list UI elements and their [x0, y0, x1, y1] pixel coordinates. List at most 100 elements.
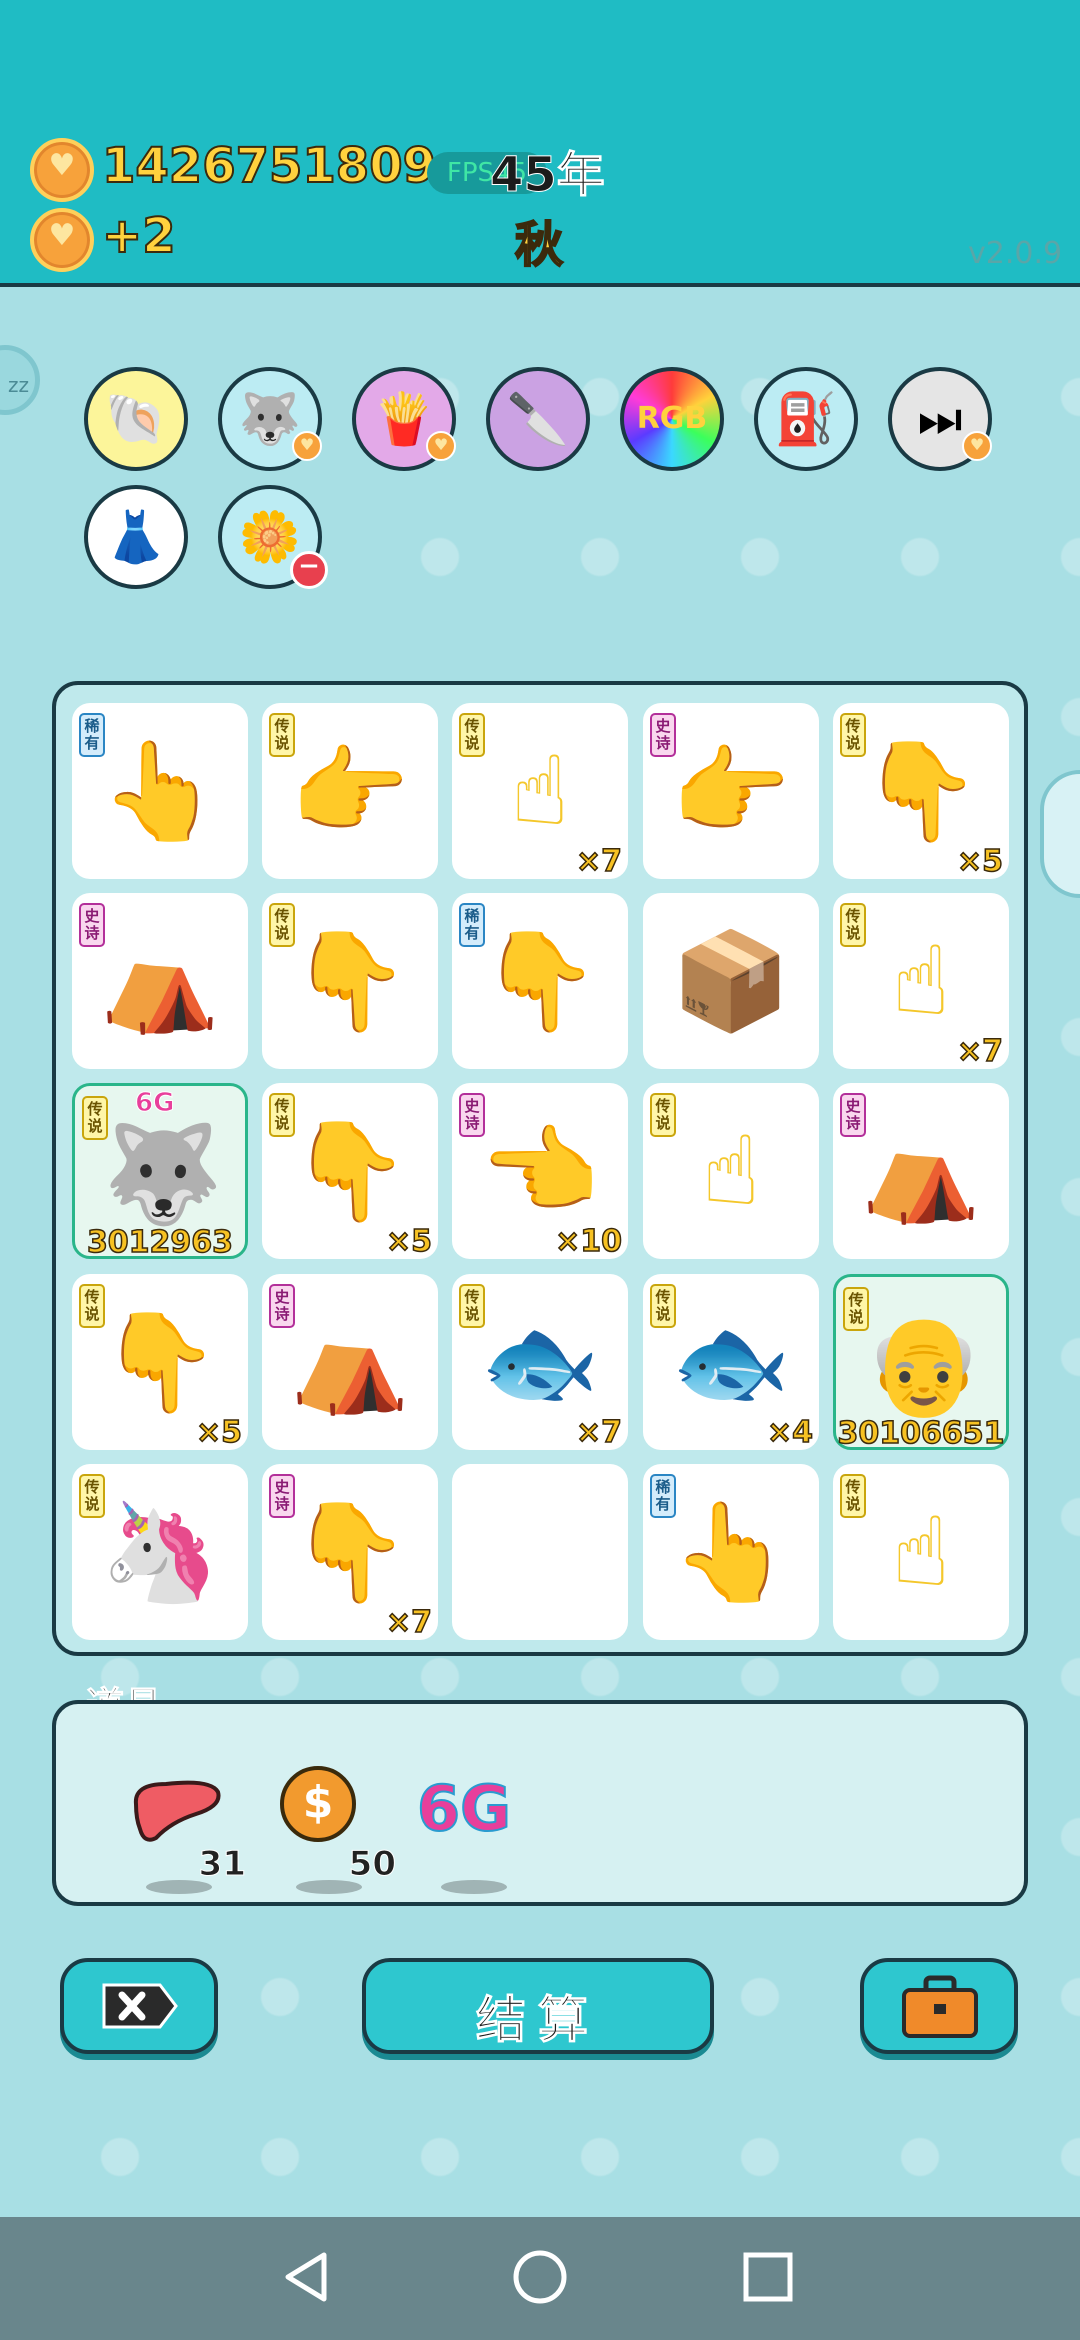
rarity-tag: 稀有 — [650, 1474, 676, 1518]
rarity-tag: 稀有 — [459, 903, 485, 947]
heart-badge-icon: ♥ — [962, 431, 992, 461]
stack-count: ×7 — [956, 1033, 1004, 1070]
rarity-tag: 传说 — [650, 1284, 676, 1328]
rarity-tag: 传说 — [269, 713, 295, 757]
cell-score: 30106651 — [837, 1415, 1006, 1452]
pump-icon[interactable]: ⛽ — [754, 367, 858, 471]
item-6g[interactable]: 6G — [411, 1754, 531, 1894]
rarity-tag: 史诗 — [269, 1474, 295, 1518]
6g-icon: 6G — [416, 1771, 512, 1846]
recents-icon[interactable] — [738, 2247, 798, 2307]
item-icon: 📦 — [671, 925, 791, 1037]
board-cell[interactable]: 👇 史诗 ×7 — [262, 1464, 438, 1641]
items-panel: 31 $ 50 6G — [52, 1700, 1028, 1906]
coin-income: +2 — [101, 207, 177, 265]
rarity-tag: 传说 — [459, 713, 485, 757]
board-cell[interactable]: 👴 传说 30106651 — [833, 1274, 1009, 1452]
fries-icon[interactable]: 🍟 ♥ — [352, 367, 456, 471]
board-cell[interactable]: 👆 稀有 — [72, 703, 248, 879]
rarity-tag: 传说 — [843, 1287, 869, 1331]
husky-icon[interactable]: 🐺 ♥ — [218, 367, 322, 471]
board-cell[interactable]: 🐟 传说 ×4 — [643, 1274, 819, 1451]
rarity-tag: 传说 — [269, 903, 295, 947]
6g-tag: 6G — [134, 1088, 175, 1119]
board-cell[interactable]: ☝ 传说 — [833, 1464, 1009, 1640]
skip-icon[interactable]: ⏭ ♥ — [888, 367, 992, 471]
item-shadow — [441, 1880, 507, 1894]
back-icon[interactable] — [278, 2247, 338, 2307]
board-cell[interactable]: ⛺ 史诗 — [72, 893, 248, 1069]
rarity-tag: 传说 — [82, 1096, 108, 1140]
rarity-tag: 史诗 — [650, 713, 676, 757]
rarity-tag: 史诗 — [79, 903, 105, 947]
stack-count: ×7 — [575, 1414, 623, 1451]
board-cell[interactable]: 👇 传说 ×5 — [262, 1083, 438, 1260]
coin-icon-income — [30, 208, 94, 272]
home-icon[interactable] — [510, 2247, 570, 2307]
close-icon — [102, 1983, 178, 2029]
rarity-tag: 传说 — [269, 1093, 295, 1137]
board-cell[interactable]: 👆 稀有 — [643, 1464, 819, 1640]
top-bar: 1426751809 +2 FPS45 45年 秋 v2.0.9 — [0, 0, 1080, 287]
stack-count: ×10 — [554, 1223, 622, 1260]
board-cell[interactable]: 👉 史诗 — [643, 703, 819, 879]
board-cell[interactable] — [452, 1464, 628, 1640]
item-liver[interactable]: 31 — [116, 1754, 247, 1894]
settle-label: 结算 — [476, 1991, 600, 2050]
liver-icon — [133, 1780, 221, 1842]
board-cell[interactable]: 👇 传说 — [262, 893, 438, 1069]
board-cell[interactable]: 🦄 传说 — [72, 1464, 248, 1640]
flower-pot-icon[interactable]: 🌼 − — [218, 485, 328, 589]
board-cell[interactable]: ⛺ 史诗 — [833, 1083, 1009, 1259]
remove-badge-icon[interactable]: − — [290, 551, 328, 589]
coin-total: 1426751809 — [101, 137, 437, 195]
coin-icon — [30, 138, 94, 202]
rarity-tag: 史诗 — [269, 1284, 295, 1328]
board-cell[interactable]: 🐺 传说 6G 3012963 — [72, 1083, 248, 1261]
rarity-tag: 传说 — [79, 1284, 105, 1328]
rarity-tag: 史诗 — [459, 1093, 485, 1137]
board-cell[interactable]: ☝ 传说 ×7 — [833, 893, 1009, 1070]
stack-count: ×7 — [385, 1604, 433, 1641]
system-nav-bar — [0, 2217, 1080, 2340]
board-cell[interactable]: ☝ 传说 ×7 — [452, 703, 628, 880]
rarity-tag: 传说 — [840, 1474, 866, 1518]
shell-icon[interactable]: 🐚 — [84, 367, 188, 471]
item-count: 50 — [348, 1844, 396, 1885]
rarity-tag: 传说 — [79, 1474, 105, 1518]
cancel-button[interactable] — [60, 1958, 218, 2054]
board-cell[interactable]: 👇 传说 ×5 — [833, 703, 1009, 880]
stack-count: ×5 — [195, 1414, 243, 1451]
stack-count: ×7 — [575, 843, 623, 880]
side-panel-handle[interactable] — [1040, 770, 1080, 898]
rarity-tag: 史诗 — [840, 1093, 866, 1137]
rgb-icon[interactable]: RGB — [620, 367, 724, 471]
rarity-tag: 传说 — [840, 713, 866, 757]
stack-count: ×5 — [385, 1223, 433, 1260]
game-season: 秋 — [514, 216, 564, 274]
board-cell[interactable]: 👈 史诗 ×10 — [452, 1083, 628, 1260]
heart-badge-icon: ♥ — [292, 431, 322, 461]
rarity-tag: 传说 — [650, 1093, 676, 1137]
board-cell[interactable]: 👇 传说 ×5 — [72, 1274, 248, 1451]
stack-count: ×4 — [766, 1414, 814, 1451]
briefcase-icon — [902, 1975, 978, 2038]
board-cell[interactable]: 🐟 传说 ×7 — [452, 1274, 628, 1451]
game-year: 45年 — [490, 147, 606, 204]
board-cell[interactable]: 📦 — [643, 893, 819, 1069]
item-count: 31 — [198, 1844, 246, 1885]
settle-button[interactable]: 结算 — [362, 1958, 714, 2054]
board-cell[interactable]: 👇 稀有 — [452, 893, 628, 1069]
skirt-icon[interactable]: 👗 — [84, 485, 188, 589]
stack-count: ×5 — [956, 843, 1004, 880]
rarity-tag: 稀有 — [79, 713, 105, 757]
rarity-tag: 传说 — [840, 903, 866, 947]
cleaver-icon[interactable]: 🔪 — [486, 367, 590, 471]
board-cell[interactable]: ☝ 传说 — [643, 1083, 819, 1259]
bag-button[interactable] — [860, 1958, 1018, 2054]
cell-score: 3012963 — [86, 1224, 234, 1261]
item-coin[interactable]: $ 50 — [266, 1754, 397, 1894]
rarity-tag: 传说 — [459, 1284, 485, 1328]
board-cell[interactable]: ⛺ 史诗 — [262, 1274, 438, 1450]
board-cell[interactable]: 👉 传说 — [262, 703, 438, 879]
